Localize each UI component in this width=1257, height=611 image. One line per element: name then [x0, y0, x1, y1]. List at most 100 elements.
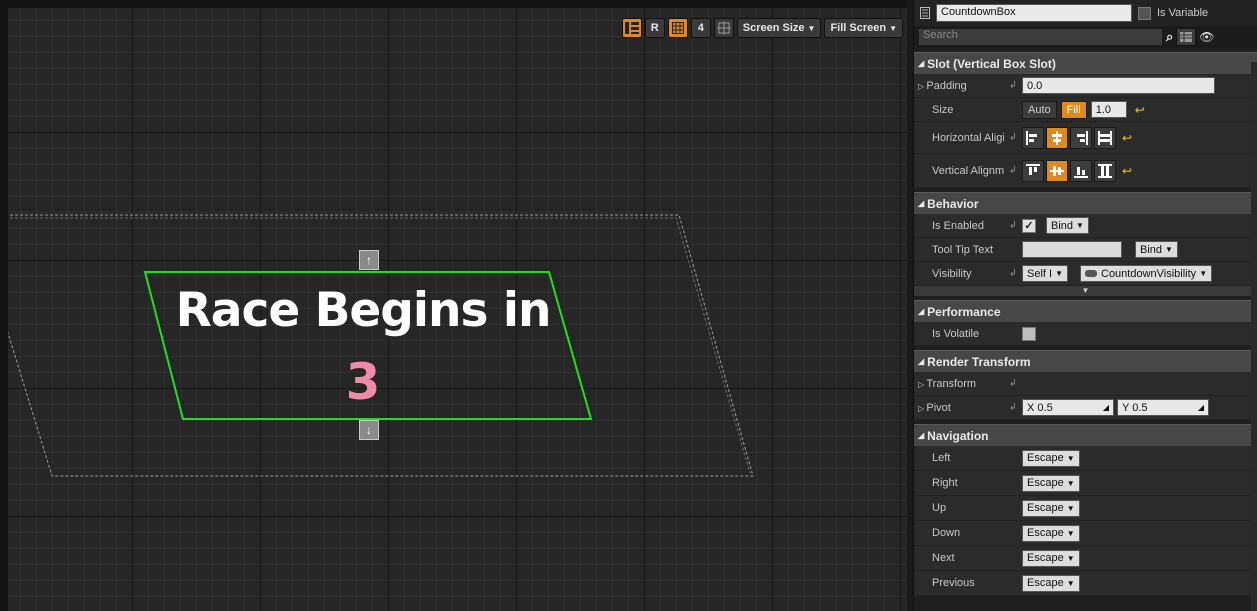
section-performance[interactable]: ◢ Performance	[914, 300, 1257, 322]
resize-corner-icon: ◢	[1197, 403, 1204, 412]
checkmark-icon: ✓	[1024, 220, 1034, 232]
fit-screen-icon	[716, 21, 731, 35]
is-volatile-checkbox[interactable]	[1022, 326, 1036, 341]
visibility-value: Self I	[1027, 267, 1053, 280]
is-enabled-label: Is Enabled	[932, 219, 984, 232]
move-up-handle[interactable]: ↑	[359, 250, 379, 270]
chevron-down-icon: ▼	[1066, 503, 1075, 513]
nav-label: Up	[932, 502, 947, 514]
align-fill-button[interactable]	[1094, 126, 1116, 149]
grid-snap-button[interactable]	[667, 18, 688, 38]
align-right-button[interactable]	[1070, 126, 1092, 149]
section-slot[interactable]: ◢ Slot (Vertical Box Slot)	[914, 52, 1257, 74]
size-value-field[interactable]: 1.0	[1090, 101, 1127, 118]
zoom-fit-button[interactable]	[713, 18, 734, 38]
countdown-number[interactable]: 3	[148, 353, 578, 411]
move-down-handle[interactable]: ↓	[359, 420, 379, 440]
align-middle-icon	[1050, 165, 1064, 176]
nav-row-next: Next Escape ▼	[914, 546, 1257, 571]
r-toggle-button[interactable]: R	[644, 18, 665, 38]
screen-size-dropdown[interactable]: Screen Size ▼	[736, 18, 822, 38]
nav-left-dropdown[interactable]: Escape ▼	[1022, 449, 1080, 467]
layout-toggle-button[interactable]	[621, 18, 642, 38]
reset-to-default-icon[interactable]: ↲	[1004, 402, 1022, 413]
align-right-icon	[1077, 130, 1088, 145]
visibility-binding-dropdown[interactable]: CountdownVisibility ▼	[1080, 265, 1213, 282]
race-begins-text[interactable]: Race Begins in	[148, 283, 578, 338]
valign-top-button[interactable]	[1022, 159, 1044, 182]
nav-label: Left	[932, 452, 951, 464]
valign-center-button[interactable]	[1046, 159, 1068, 182]
tooltip-text-field[interactable]	[1022, 241, 1122, 258]
details-search-input[interactable]: Search	[918, 28, 1163, 46]
details-scrollbar[interactable]	[1251, 62, 1257, 611]
reset-to-default-icon[interactable]: ↲	[1004, 132, 1022, 143]
reset-to-default-icon[interactable]: ↲	[1004, 80, 1022, 91]
size-fill-button[interactable]: Fill	[1060, 100, 1087, 119]
is-enabled-checkbox[interactable]: ✓	[1022, 218, 1036, 233]
size-auto-button[interactable]: Auto	[1022, 100, 1057, 119]
widget-name-row: CountdownBox Is Variable	[914, 0, 1257, 26]
tooltip-row: Tool Tip Text Bind ▼	[914, 238, 1257, 262]
chevron-down-icon: ▼	[1081, 286, 1090, 295]
align-center-icon	[1052, 130, 1062, 145]
search-icon[interactable]: ⌕	[1166, 29, 1173, 45]
fill-screen-label: Fill Screen	[830, 22, 887, 34]
align-center-button[interactable]	[1046, 126, 1068, 149]
chevron-down-icon: ▼	[1066, 478, 1075, 488]
nav-label: Next	[932, 552, 955, 564]
nav-up-dropdown[interactable]: Escape ▼	[1022, 499, 1080, 517]
resize-corner-icon: ◢	[1102, 403, 1109, 412]
eye-icon[interactable]: 👁	[1199, 30, 1214, 44]
reset-to-default-icon[interactable]: ↲	[1004, 165, 1022, 176]
pivot-label[interactable]: ▷ Pivot	[914, 402, 1004, 414]
section-navigation[interactable]: ◢ Navigation	[914, 424, 1257, 446]
reset-arrow-icon[interactable]: ↩	[1135, 103, 1145, 117]
pivot-y-field[interactable]: Y 0.5 ◢	[1117, 399, 1209, 416]
viewport-top-ruler	[0, 0, 907, 8]
valign-fill-button[interactable]	[1094, 159, 1116, 182]
reset-to-default-icon[interactable]: ↲	[1004, 378, 1022, 389]
is-variable-label: Is Variable	[1157, 7, 1209, 19]
chevron-down-icon: ▼	[1066, 528, 1075, 538]
is-variable-checkbox[interactable]	[1138, 6, 1151, 20]
align-vfill-icon	[1098, 163, 1112, 178]
reset-to-default-icon[interactable]: ↲	[1004, 220, 1022, 231]
nav-next-dropdown[interactable]: Escape ▼	[1022, 549, 1080, 567]
widget-name-field[interactable]: CountdownBox	[936, 4, 1132, 22]
snap-value-button[interactable]: 4	[690, 18, 711, 38]
align-left-button[interactable]	[1022, 126, 1044, 149]
nav-right-dropdown[interactable]: Escape ▼	[1022, 474, 1080, 492]
nav-value: Escape	[1027, 577, 1064, 589]
chevron-down-icon: ▼	[1165, 245, 1173, 254]
valign-bottom-button[interactable]	[1070, 159, 1092, 182]
reset-to-default-icon[interactable]: ↲	[1004, 268, 1022, 279]
reset-arrow-icon[interactable]: ↩	[1122, 131, 1132, 145]
pivot-x-field[interactable]: X 0.5 ◢	[1022, 399, 1114, 416]
designer-viewport[interactable]: Race Begins in 3 ↑ ↓ R 4 Screen Size ▼ Fi…	[8, 8, 907, 611]
section-behavior[interactable]: ◢ Behavior	[914, 192, 1257, 214]
nav-row-up: Up Escape ▼	[914, 496, 1257, 521]
expand-triangle-icon: ◢	[918, 357, 925, 366]
reset-arrow-icon[interactable]: ↩	[1122, 164, 1132, 178]
tooltip-bind-dropdown[interactable]: Bind ▼	[1135, 241, 1178, 258]
section-render-transform[interactable]: ◢ Render Transform	[914, 350, 1257, 372]
parent-bounds-inner-outline	[8, 217, 751, 474]
fill-screen-dropdown[interactable]: Fill Screen ▼	[824, 18, 903, 38]
chevron-down-icon: ▼	[1066, 578, 1075, 588]
padding-field[interactable]: 0.0	[1022, 77, 1215, 94]
bind-label: Bind	[1140, 243, 1163, 256]
is-volatile-label: Is Volatile	[932, 327, 980, 340]
transform-label[interactable]: ▷ Transform	[914, 378, 1004, 390]
section-navigation-title: Navigation	[927, 428, 989, 443]
nav-previous-dropdown[interactable]: Escape ▼	[1022, 574, 1080, 592]
nav-down-dropdown[interactable]: Escape ▼	[1022, 524, 1080, 542]
is-enabled-bind-dropdown[interactable]: Bind ▼	[1046, 217, 1089, 234]
padding-row: ▷ Padding ↲ 0.0	[914, 74, 1257, 98]
advanced-expander[interactable]: ▼	[914, 286, 1257, 296]
padding-label[interactable]: ▷ Padding	[914, 80, 1004, 92]
visibility-dropdown[interactable]: Self I ▼	[1022, 265, 1068, 282]
property-matrix-button[interactable]	[1176, 28, 1197, 46]
bind-label: Bind	[1051, 219, 1074, 232]
layout-icon	[624, 22, 639, 34]
